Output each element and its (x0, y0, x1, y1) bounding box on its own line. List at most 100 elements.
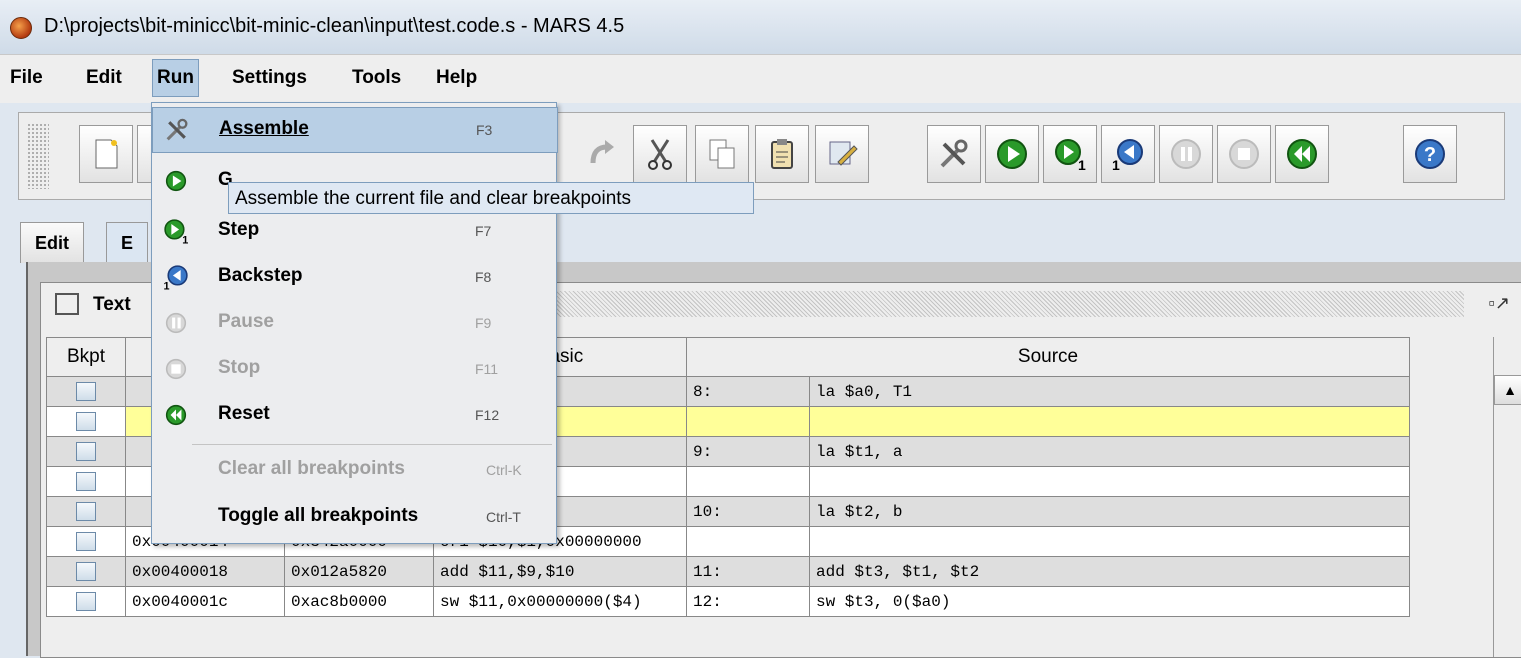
menu-item-shortcut: F8 (475, 269, 492, 285)
line-cell (686, 406, 810, 437)
svg-text:1: 1 (164, 280, 170, 291)
line-cell: 9: (686, 436, 810, 467)
menu-item-shortcut: F11 (475, 361, 499, 377)
vertical-scrollbar[interactable]: ▲ (1493, 337, 1521, 657)
menu-item-shortcut: Ctrl-K (486, 462, 522, 478)
breakpoint-checkbox[interactable] (76, 562, 96, 581)
maximize-icon[interactable]: ▫↗ (1489, 293, 1510, 314)
redo-button[interactable] (575, 125, 627, 181)
menu-item-reset[interactable]: Reset F12 (152, 393, 556, 437)
menu-help[interactable]: Help (436, 67, 477, 89)
text-segment-title: Text (93, 294, 131, 315)
menu-file[interactable]: File (10, 67, 43, 89)
backstep-icon: 1 (1112, 139, 1143, 172)
line-cell: 8: (686, 376, 810, 407)
cut-button[interactable] (633, 125, 687, 183)
stop-icon (1229, 139, 1259, 169)
paste-button[interactable] (755, 125, 809, 183)
menu-item-clear-breakpoints: Clear all breakpoints Ctrl-K (152, 448, 556, 492)
menu-item-label: Step (218, 219, 260, 240)
svg-text:1: 1 (182, 234, 188, 245)
step-toolbar-button[interactable]: 1 (1043, 125, 1097, 183)
new-file-button[interactable] (79, 125, 133, 183)
menu-item-label: Backstep (218, 265, 303, 286)
assemble-toolbar-button[interactable] (927, 125, 981, 183)
menu-item-shortcut: F9 (475, 315, 492, 331)
reset-icon (165, 404, 187, 426)
svg-text:1: 1 (1112, 157, 1120, 172)
redo-icon (590, 140, 614, 164)
title-bar: D:\projects\bit-minicc\bit-minic-clean\i… (0, 0, 1521, 54)
breakpoint-checkbox[interactable] (76, 502, 96, 521)
table-row[interactable]: 0x00400018 0x012a5820 add $11,$9,$10 11:… (46, 556, 1410, 587)
line-cell (686, 526, 810, 557)
source-cell: la $a0, T1 (809, 376, 1410, 407)
breakpoint-checkbox[interactable] (76, 592, 96, 611)
breakpoint-checkbox[interactable] (76, 382, 96, 401)
menu-item-stop: Stop F11 (152, 347, 556, 391)
menu-settings[interactable]: Settings (232, 67, 307, 89)
breakpoint-checkbox[interactable] (76, 442, 96, 461)
pause-toolbar-button (1159, 125, 1213, 183)
help-toolbar-button[interactable]: ? (1403, 125, 1457, 183)
menu-item-shortcut: Ctrl-T (486, 509, 521, 525)
scroll-up-arrow-icon[interactable]: ▲ (1494, 375, 1521, 405)
menu-item-shortcut: F7 (475, 223, 492, 239)
tab-execute[interactable]: E (106, 222, 149, 263)
clipboard-icon (771, 139, 793, 169)
svg-text:1: 1 (1078, 157, 1086, 172)
basic-cell: add $11,$9,$10 (433, 556, 687, 587)
menu-item-toggle-breakpoints[interactable]: Toggle all breakpoints Ctrl-T (152, 495, 556, 539)
breakpoint-checkbox[interactable] (76, 532, 96, 551)
address-cell: 0x00400018 (125, 556, 285, 587)
find-replace-button[interactable] (815, 125, 869, 183)
source-cell (809, 526, 1410, 557)
source-cell: add $t3, $t1, $t2 (809, 556, 1410, 587)
code-cell: 0xac8b0000 (284, 586, 434, 617)
tab-edit[interactable]: Edit (20, 222, 84, 263)
code-cell: 0x012a5820 (284, 556, 434, 587)
assemble-icon (940, 139, 968, 168)
scissors-icon (648, 139, 672, 170)
menu-item-step[interactable]: 1 Step F7 (152, 209, 556, 253)
menu-item-assemble[interactable]: Assemble F3 (152, 107, 558, 153)
menu-item-label: Stop (218, 357, 261, 378)
backstep-toolbar-button[interactable]: 1 (1101, 125, 1155, 183)
backstep-icon: 1 (164, 265, 188, 291)
go-toolbar-button[interactable] (985, 125, 1039, 183)
copy-button[interactable] (695, 125, 749, 183)
source-cell: sw $t3, 0($a0) (809, 586, 1410, 617)
copy-icon (709, 139, 735, 169)
new-file-icon (95, 139, 118, 169)
source-cell: la $t1, a (809, 436, 1410, 467)
menu-edit[interactable]: Edit (86, 67, 122, 89)
window-title: D:\projects\bit-minicc\bit-minic-clean\i… (44, 15, 625, 37)
breakpoint-checkbox[interactable] (76, 412, 96, 431)
edit-pencil-icon (829, 141, 858, 166)
table-row[interactable]: 0x0040001c 0xac8b0000 sw $11,0x00000000(… (46, 586, 1410, 617)
line-cell: 10: (686, 496, 810, 527)
reset-icon (1287, 139, 1317, 169)
pause-icon (1171, 139, 1201, 169)
menu-item-pause: Pause F9 (152, 301, 556, 345)
help-icon: ? (1415, 139, 1445, 169)
toolbar-grip[interactable] (27, 123, 49, 189)
source-cell (809, 406, 1410, 437)
menu-item-shortcut: F12 (475, 407, 500, 423)
breakpoint-checkbox[interactable] (76, 472, 96, 491)
menu-tools[interactable]: Tools (352, 67, 401, 89)
menu-run[interactable]: Run (152, 59, 199, 97)
stop-icon (165, 358, 187, 380)
col-bkpt[interactable]: Bkpt (46, 337, 126, 377)
basic-cell: sw $11,0x00000000($4) (433, 586, 687, 617)
pause-icon (165, 312, 187, 334)
step-icon: 1 (164, 219, 188, 245)
go-icon (165, 170, 187, 192)
menu-bar: File Edit Run Settings Tools Help (0, 54, 1521, 103)
col-source[interactable]: Source (686, 337, 1410, 377)
line-cell: 11: (686, 556, 810, 587)
assemble-icon (166, 118, 188, 141)
reset-toolbar-button[interactable] (1275, 125, 1329, 183)
menu-item-backstep[interactable]: 1 Backstep F8 (152, 255, 556, 299)
source-cell: la $t2, b (809, 496, 1410, 527)
